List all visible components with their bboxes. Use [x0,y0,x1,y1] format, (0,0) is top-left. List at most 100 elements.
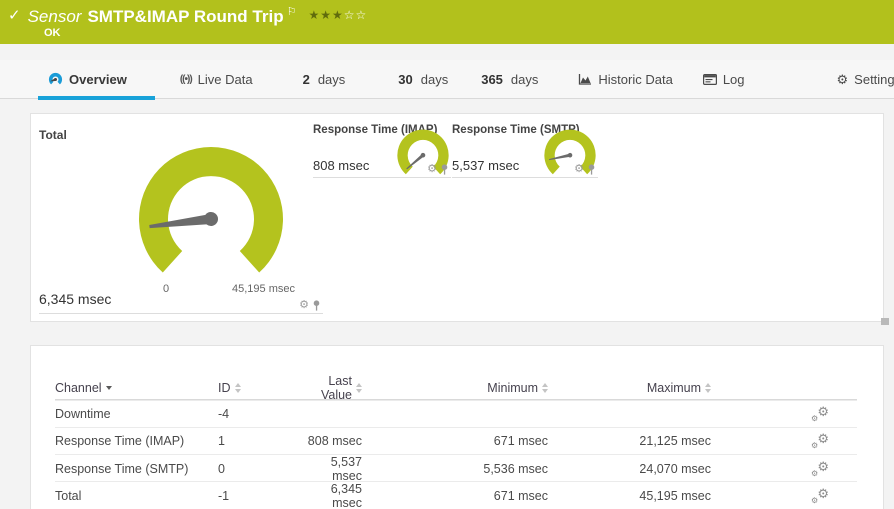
gauge-icon [48,72,63,84]
area-chart-icon [579,73,592,85]
channel-name: Response Time (SMTP) [55,462,189,476]
column-header-last-value[interactable]: Last Value [298,374,362,402]
tab-365-days-label: days [510,71,539,87]
channel-maximum: 21,125 msec [639,434,711,448]
channel-last-value: 5,537 msec [330,455,362,483]
tab-live-data-label: Live Data [197,71,253,87]
channel-id: -1 [218,489,230,503]
tab-settings-label: Settings [854,71,894,87]
pin-icon[interactable] [587,164,596,175]
column-header-minimum-label: Minimum [487,381,538,395]
channels-table: Channel ID Last Value Minimum Maximum Do… [55,374,857,509]
log-icon [702,73,717,85]
channel-settings-icon[interactable]: ⚙ ⚙ [811,486,829,505]
tab-30-days[interactable]: 30 days [398,60,448,99]
gear-small-icon: ⚙ [811,414,819,423]
tab-30-days-label: days [420,71,449,87]
gear-icon: ⚙ [817,486,829,501]
live-data-icon: ((•)) [179,73,193,85]
tab-overview[interactable]: Overview [38,60,155,100]
channel-last-value: 6,345 msec [330,482,362,509]
column-header-id-label: ID [218,381,231,395]
total-gauge-card: Total 0 45,195 msec 6,345 msec ⚙ [39,120,323,314]
gauges-panel: Total 0 45,195 msec 6,345 msec ⚙ Respons… [30,113,884,322]
total-gauge [139,147,283,273]
sort-icon [234,383,241,393]
channels-panel: Channel ID Last Value Minimum Maximum Do… [30,345,884,509]
gear-icon: ⚙ [836,71,849,87]
channel-settings-icon[interactable]: ⚙ ⚙ [811,431,829,450]
gear-icon: ⚙ [817,459,829,474]
tab-bar: Overview ((•)) Live Data 2 days 30 days … [0,60,894,100]
column-header-minimum[interactable]: Minimum [362,381,548,395]
status-badge: OK [44,27,61,39]
total-gauge-value: 6,345 msec [39,291,112,307]
table-row: Total -1 6,345 msec 671 msec 45,195 msec… [55,481,857,509]
channel-name: Response Time (IMAP) [55,434,185,448]
column-header-last-value-label: Last Value [320,374,352,402]
column-header-channel-label: Channel [55,381,102,395]
gauge-scale-min: 0 [162,283,170,295]
priority-stars[interactable]: ★★★☆☆ [308,8,367,22]
sort-icon [705,383,711,393]
tab-365-days-number: 365 [481,71,503,87]
channel-minimum: 671 msec [493,434,548,448]
table-header-row: Channel ID Last Value Minimum Maximum [55,374,857,402]
imap-gauge-value: 808 msec [313,158,370,173]
channel-settings-icon[interactable]: ⚙ ⚙ [811,404,829,423]
panel-splitter-grip[interactable] [881,318,889,325]
tab-2-days[interactable]: 2 days [303,60,346,99]
tab-30-days-number: 30 [398,71,413,87]
tab-2-days-number: 2 [302,71,310,87]
channel-maximum: 45,195 msec [639,489,711,503]
column-header-id[interactable]: ID [218,381,298,395]
gauge-settings-gear-icon[interactable]: ⚙ [299,300,309,311]
column-header-maximum-label: Maximum [646,381,701,395]
status-ok-check-icon: ✓ [8,7,21,24]
tab-historic-data-label: Historic Data [598,71,673,87]
stars-empty: ☆☆ [343,8,368,22]
tab-overview-label: Overview [69,71,127,87]
channel-minimum: 5,536 msec [483,462,548,476]
channel-maximum: 24,070 msec [639,462,711,476]
flag-icon[interactable]: ⚐ [287,7,297,18]
gauge-settings-gear-icon[interactable]: ⚙ [427,164,437,175]
channel-id: 1 [218,434,225,448]
channel-id: 0 [218,462,225,476]
tab-live-data[interactable]: ((•)) Live Data [180,60,253,99]
imap-gauge-card: Response Time (IMAP) 808 msec ⚙ [313,120,451,178]
sensor-title: SMTP&IMAP Round Trip [87,7,284,26]
table-row: Response Time (IMAP) 1 808 msec 671 msec… [55,427,857,454]
gear-icon: ⚙ [817,431,829,446]
sensor-header: ✓ Sensor SMTP&IMAP Round Trip ⚐ ★★★☆☆ OK [0,0,894,44]
smtp-gauge-card: Response Time (SMTP) 5,537 msec ⚙ [452,120,598,178]
object-kind-label: Sensor [27,7,82,26]
tab-log[interactable]: Log [702,60,745,99]
column-header-maximum[interactable]: Maximum [548,381,711,395]
pin-icon[interactable] [312,300,321,311]
gear-icon: ⚙ [817,404,829,419]
channel-last-value: 808 msec [307,434,362,448]
tab-settings[interactable]: ⚙ Settings [837,60,894,99]
total-gauge-title: Total [39,128,67,142]
channel-name: Downtime [55,407,111,421]
tab-log-label: Log [722,71,745,87]
gear-small-icon: ⚙ [811,496,819,505]
smtp-gauge-value: 5,537 msec [452,158,520,173]
pin-icon[interactable] [440,164,449,175]
channel-minimum: 671 msec [493,489,548,503]
tab-historic-data[interactable]: Historic Data [578,60,673,99]
gear-small-icon: ⚙ [811,441,819,450]
stars-filled: ★★★ [308,8,344,22]
gauge-scale-max: 45,195 msec [232,283,295,295]
gear-small-icon: ⚙ [811,469,819,478]
column-header-channel[interactable]: Channel [55,381,218,395]
channel-name: Total [55,489,82,503]
channel-settings-icon[interactable]: ⚙ ⚙ [811,459,829,478]
sort-desc-icon [105,386,112,390]
tab-365-days[interactable]: 365 days [481,60,538,99]
channel-id: -4 [218,407,230,421]
tab-2-days-label: days [317,71,346,87]
table-row: Downtime -4 ⚙ ⚙ [55,400,857,427]
gauge-settings-gear-icon[interactable]: ⚙ [574,164,584,175]
